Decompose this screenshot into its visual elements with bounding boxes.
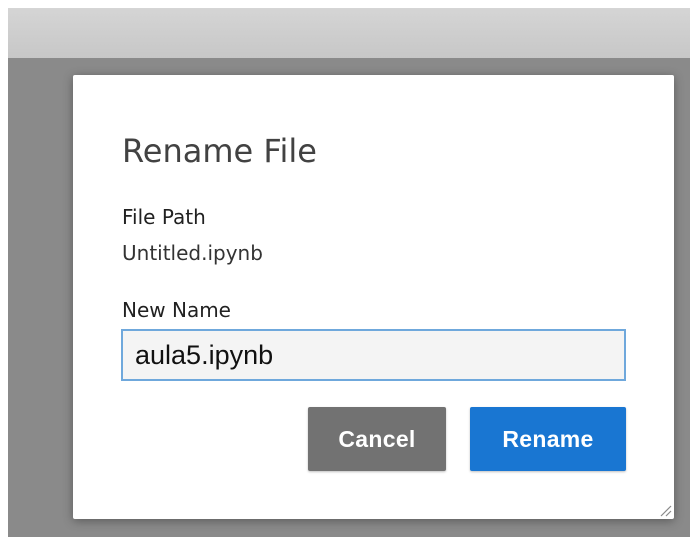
new-name-input[interactable] bbox=[121, 329, 626, 381]
file-path-value: Untitled.ipynb bbox=[122, 241, 263, 265]
rename-button[interactable]: Rename bbox=[470, 407, 626, 471]
new-name-label: New Name bbox=[122, 298, 231, 322]
rename-file-dialog: Rename File File Path Untitled.ipynb New… bbox=[73, 75, 674, 519]
resize-grip-icon[interactable] bbox=[658, 503, 672, 517]
dialog-title: Rename File bbox=[122, 132, 317, 170]
app-toolbar bbox=[8, 8, 690, 58]
file-path-label: File Path bbox=[122, 205, 206, 229]
cancel-button[interactable]: Cancel bbox=[308, 407, 446, 471]
